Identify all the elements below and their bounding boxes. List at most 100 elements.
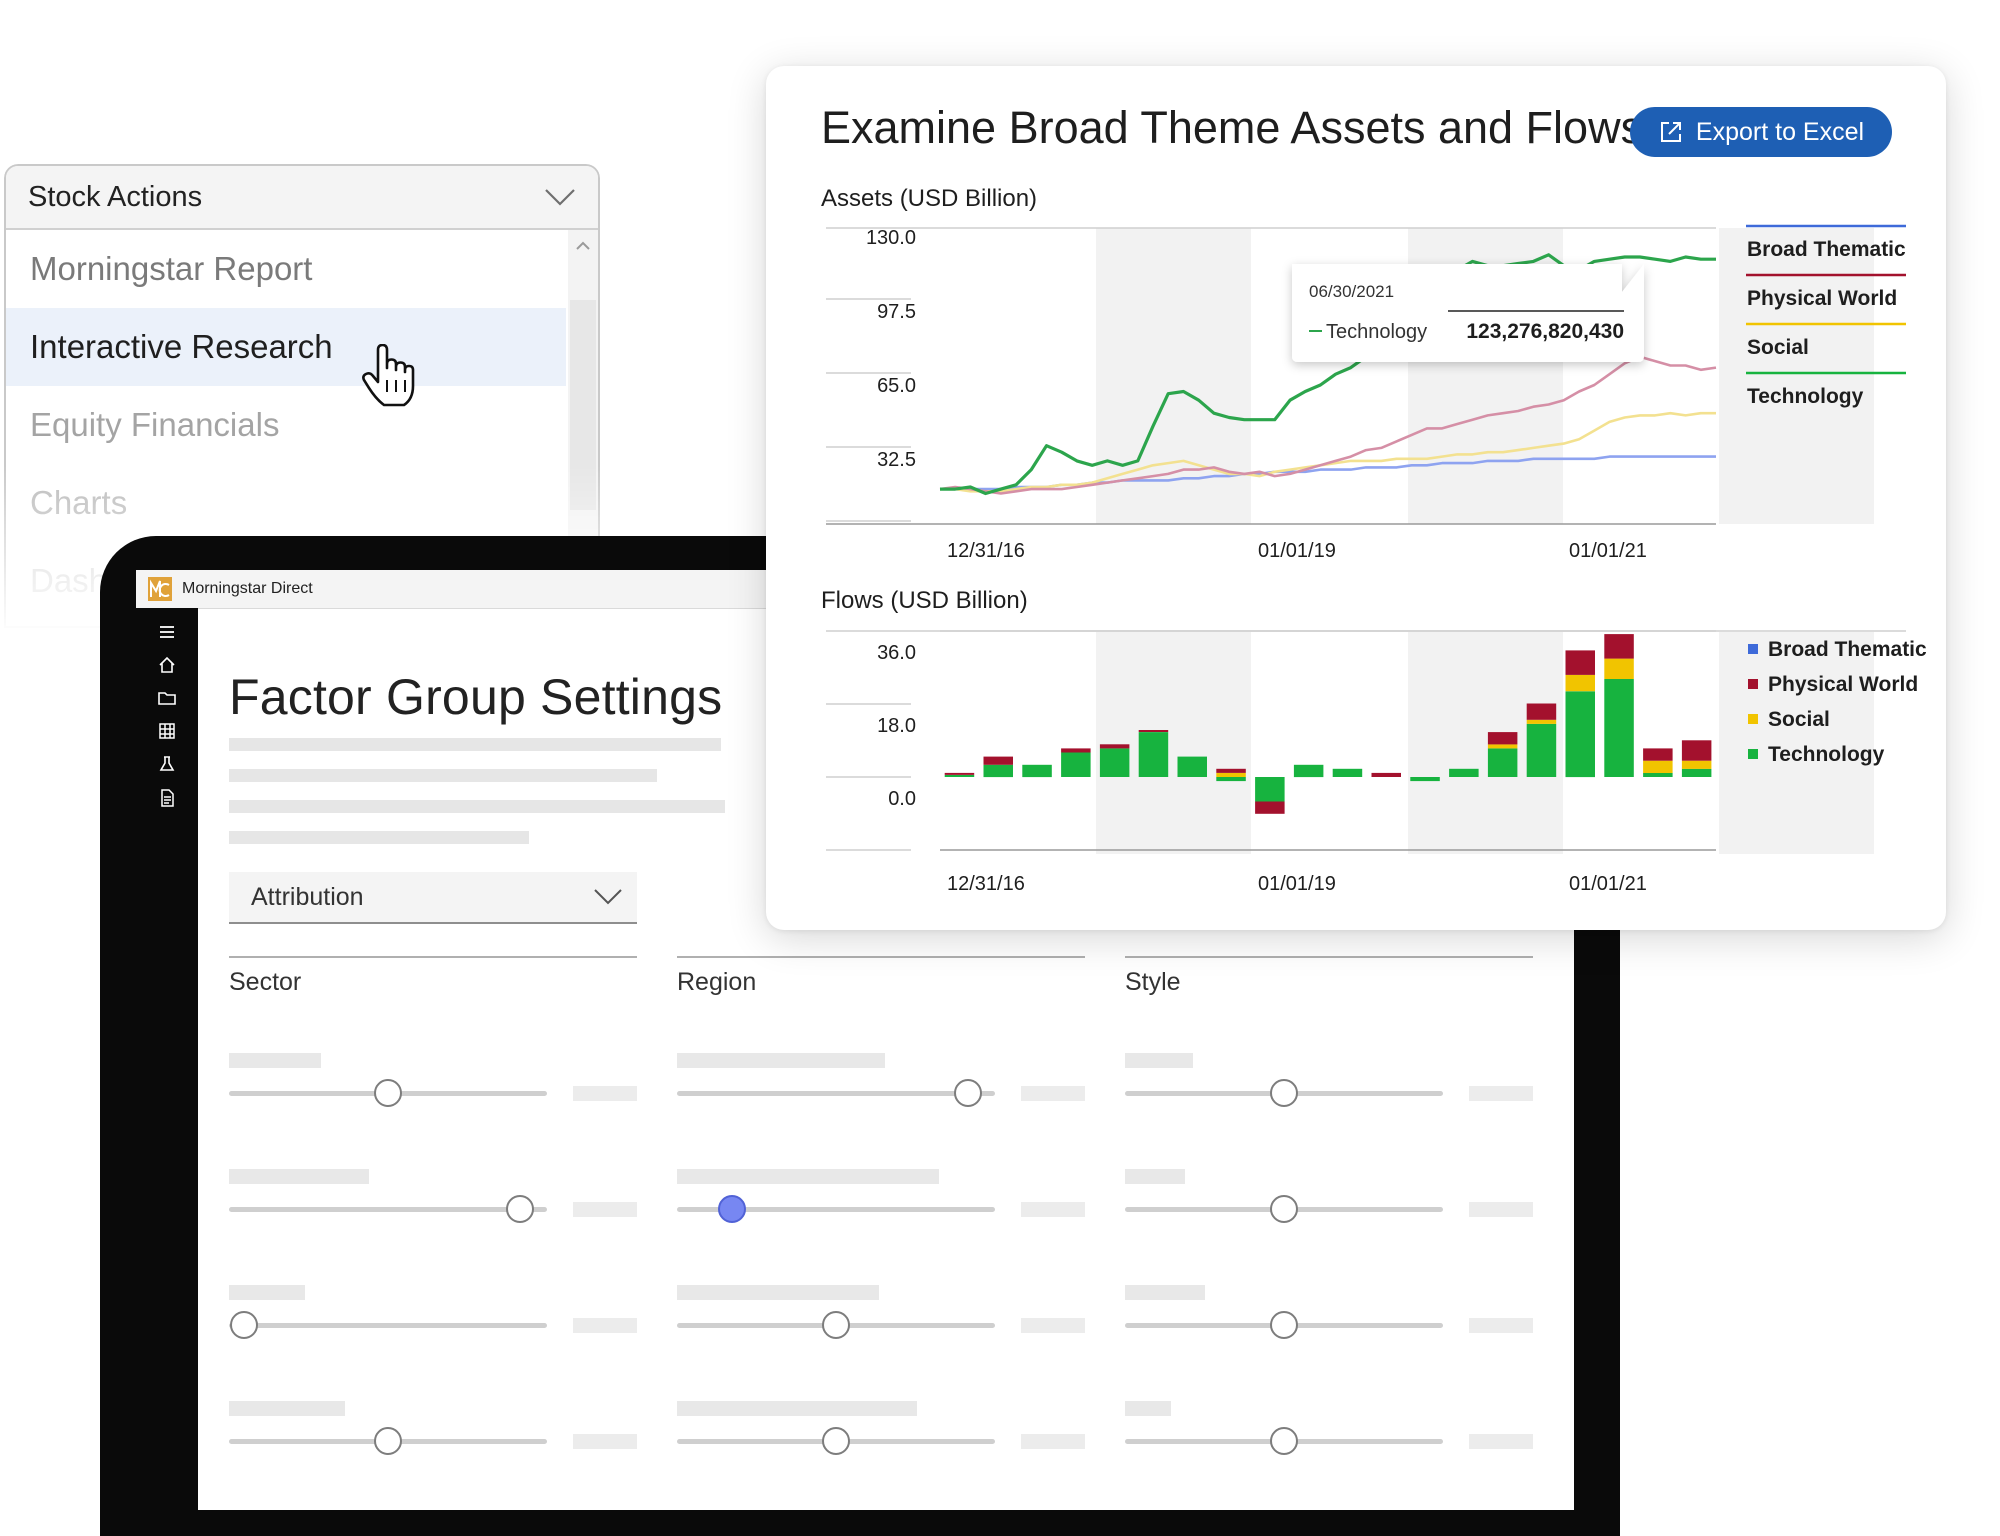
y-tick-label: 97.5 bbox=[877, 301, 916, 323]
slider-thumb[interactable] bbox=[822, 1311, 850, 1339]
slider-label-placeholder bbox=[229, 1401, 345, 1416]
chart-tooltip bbox=[1292, 264, 1644, 362]
menu-item-charts[interactable]: Charts bbox=[6, 464, 566, 542]
legend-swatch bbox=[1748, 749, 1758, 759]
bar-segment-technology bbox=[1138, 732, 1169, 777]
line-series-physical-world bbox=[939, 355, 1717, 495]
slider-label-placeholder bbox=[229, 1053, 321, 1068]
tooltip-value: 123,276,820,430 bbox=[1466, 320, 1624, 343]
slider-value-placeholder bbox=[1469, 1434, 1533, 1449]
tooltip-date: 06/30/2021 bbox=[1309, 282, 1394, 301]
menu-icon[interactable] bbox=[157, 622, 177, 642]
morningstar-logo-icon bbox=[148, 577, 172, 601]
legend-label: Social bbox=[1747, 336, 1809, 359]
line-series-broad-thematic bbox=[940, 455, 1716, 491]
attribution-select[interactable]: Attribution bbox=[229, 872, 637, 924]
slider-value-placeholder bbox=[1021, 1086, 1085, 1101]
home-icon[interactable] bbox=[157, 655, 177, 675]
document-icon[interactable] bbox=[157, 788, 177, 808]
slider-value-placeholder bbox=[1469, 1202, 1533, 1217]
bar-segment-physical-world bbox=[1371, 772, 1401, 777]
slider-track[interactable] bbox=[229, 1207, 547, 1212]
text-placeholder bbox=[229, 800, 725, 813]
bar-segment-physical-world bbox=[1099, 744, 1130, 749]
tooltip-series: Technology bbox=[1326, 321, 1427, 343]
slider-value-placeholder bbox=[1469, 1318, 1533, 1333]
slider-thumb[interactable] bbox=[374, 1079, 402, 1107]
slider-value-placeholder bbox=[573, 1202, 637, 1217]
page-title: Factor Group Settings bbox=[229, 669, 723, 725]
side-nav bbox=[136, 608, 198, 1510]
text-placeholder bbox=[229, 769, 657, 782]
slider-thumb[interactable] bbox=[1270, 1427, 1298, 1455]
bar-segment-technology bbox=[1332, 768, 1363, 777]
column-label-region: Region bbox=[677, 968, 757, 996]
legend-swatch bbox=[1748, 714, 1758, 724]
legend-swatch bbox=[1748, 644, 1758, 654]
bar-segment-social bbox=[1216, 772, 1246, 777]
bar-segment-social bbox=[1526, 719, 1557, 724]
slider-label-placeholder bbox=[1125, 1285, 1205, 1300]
charts-svg: Assets (USD Billion) 130.0 97.5 65.0 32.5 12/… bbox=[821, 185, 1927, 895]
attribution-select-value: Attribution bbox=[251, 882, 364, 911]
bar-segment-physical-world bbox=[1061, 748, 1091, 753]
x-tick-label: 01/01/19 bbox=[1258, 873, 1336, 895]
bar-segment-technology bbox=[1604, 679, 1634, 777]
bar-segment-technology bbox=[1255, 777, 1285, 802]
slider-label-placeholder bbox=[677, 1169, 939, 1184]
grid-icon[interactable] bbox=[157, 721, 177, 741]
menu-item-morningstar-report[interactable]: Morningstar Report bbox=[6, 230, 566, 308]
slider-thumb[interactable] bbox=[1270, 1079, 1298, 1107]
scrollbar-thumb[interactable] bbox=[570, 300, 596, 510]
bar-segment-technology bbox=[983, 764, 1013, 778]
bar-segment-technology bbox=[1216, 777, 1246, 782]
slider-thumb[interactable] bbox=[718, 1195, 747, 1223]
flask-icon[interactable] bbox=[157, 754, 177, 774]
assets-chart-title: Assets (USD Billion) bbox=[821, 185, 1037, 212]
line-series-social bbox=[940, 411, 1716, 493]
slider-value-placeholder bbox=[1469, 1086, 1533, 1101]
bar-segment-physical-world bbox=[1138, 730, 1169, 732]
slider-thumb[interactable] bbox=[230, 1311, 258, 1339]
slider-label-placeholder bbox=[1125, 1169, 1185, 1184]
slider-label-placeholder bbox=[677, 1053, 885, 1068]
slider-thumb[interactable] bbox=[506, 1195, 535, 1223]
bar-segment-technology bbox=[1681, 768, 1712, 777]
slider-label-placeholder bbox=[229, 1169, 369, 1184]
slider-thumb[interactable] bbox=[374, 1427, 402, 1455]
column-label-sector: Sector bbox=[229, 968, 302, 996]
folder-icon[interactable] bbox=[157, 688, 177, 708]
slider-thumb[interactable] bbox=[1270, 1311, 1298, 1339]
slider-value-placeholder bbox=[573, 1086, 637, 1101]
slider-track[interactable] bbox=[229, 1323, 547, 1328]
bar-segment-technology bbox=[1526, 723, 1557, 777]
menu-item-equity-financials[interactable]: Equity Financials bbox=[6, 386, 566, 464]
hand-cursor-icon bbox=[362, 344, 415, 407]
stock-actions-header[interactable]: Stock Actions bbox=[6, 166, 598, 230]
bar-segment-technology bbox=[1449, 768, 1479, 777]
slider-thumb[interactable] bbox=[822, 1427, 850, 1455]
slider-label-placeholder bbox=[677, 1285, 879, 1300]
stock-actions-title: Stock Actions bbox=[28, 180, 203, 213]
x-tick-label: 01/01/19 bbox=[1258, 540, 1336, 562]
chart-card: Examine Broad Theme Assets and Flows Exp… bbox=[766, 66, 1946, 930]
app-name: Morningstar Direct bbox=[182, 580, 313, 597]
slider-thumb[interactable] bbox=[954, 1079, 983, 1107]
bar-segment-technology bbox=[1022, 764, 1052, 778]
slider-thumb[interactable] bbox=[1270, 1195, 1298, 1223]
bar-segment-technology bbox=[944, 775, 975, 777]
bar-segment-physical-world bbox=[1216, 768, 1246, 773]
menu-item-interactive-research[interactable]: Interactive Research bbox=[6, 308, 566, 386]
bar-segment-physical-world bbox=[1681, 740, 1712, 761]
y-tick-label: 0.0 bbox=[888, 788, 916, 810]
x-tick-label: 01/01/21 bbox=[1569, 873, 1647, 895]
slider-value-placeholder bbox=[573, 1318, 637, 1333]
column-divider bbox=[1125, 956, 1533, 958]
scroll-up-icon[interactable] bbox=[568, 238, 598, 254]
bar-segment-social bbox=[1604, 658, 1634, 679]
slider-value-placeholder bbox=[1021, 1202, 1085, 1217]
slider-track[interactable] bbox=[677, 1091, 995, 1096]
chart-band bbox=[1096, 632, 1251, 854]
y-tick-label: 65.0 bbox=[877, 375, 916, 397]
bar-segment-technology bbox=[1487, 748, 1518, 777]
